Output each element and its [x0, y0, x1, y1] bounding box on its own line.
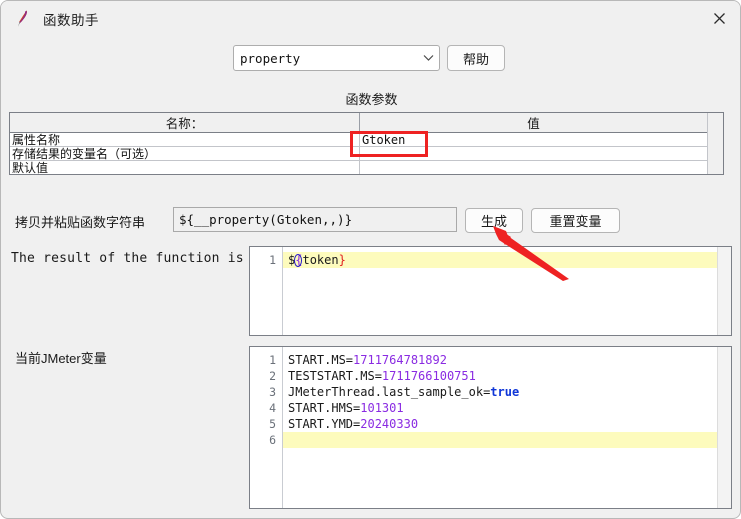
variable-value: true: [490, 385, 520, 399]
reset-variables-button[interactable]: 重置变量: [531, 208, 620, 233]
table-row[interactable]: 存储结果的变量名（可选）: [10, 147, 723, 161]
help-button[interactable]: 帮助: [447, 45, 505, 71]
table-row[interactable]: 默认值: [10, 161, 723, 174]
result-code-area[interactable]: ${token}: [283, 247, 731, 335]
copy-paste-label: 拷贝并粘贴函数字符串: [15, 215, 146, 230]
variables-code-area[interactable]: START.MS=1711764781892 TESTSTART.MS=1711…: [283, 347, 731, 508]
line-number: 2: [269, 369, 276, 383]
column-header-name: 名称：: [10, 113, 360, 132]
param-name-cell: 存储结果的变量名（可选）: [10, 147, 360, 160]
window-title: 函数助手: [43, 13, 99, 28]
variable-value: 20240330: [360, 417, 419, 431]
title-bar: 函数助手: [1, 1, 740, 37]
function-select[interactable]: property: [233, 45, 440, 71]
variable-line: JMeterThread.last_sample_ok=true: [283, 384, 731, 400]
param-value-cell[interactable]: [360, 147, 708, 160]
line-number: 5: [269, 417, 276, 431]
result-editor[interactable]: 1 ${token}: [249, 246, 732, 336]
brace-open-marker: {: [295, 253, 303, 267]
table-row[interactable]: 属性名称 Gtoken: [10, 133, 723, 147]
line-number: 4: [269, 401, 276, 415]
current-variables-label: 当前JMeter变量: [15, 351, 107, 366]
function-select-value: property: [240, 50, 301, 66]
function-string-field[interactable]: ${__property(Gtoken,,)}: [173, 207, 457, 232]
table-scrollbar[interactable]: [707, 113, 723, 174]
variables-gutter: 1 2 3 4 5 6: [250, 347, 283, 508]
result-line: ${token}: [283, 252, 731, 268]
brace-close-marker: }: [338, 253, 346, 267]
line-number: 6: [269, 433, 276, 447]
table-header-row: 名称： 值: [10, 113, 723, 133]
param-name-cell: 默认值: [10, 161, 360, 174]
result-gutter: 1: [250, 247, 283, 335]
function-helper-window: 函数助手 property 帮助 函数参数 名称： 值 属性名称 Gtoken: [0, 0, 741, 519]
variable-key: TESTSTART.MS=: [288, 369, 382, 383]
line-number: 1: [269, 253, 276, 267]
variable-key: JMeterThread.last_sample_ok=: [288, 385, 491, 399]
result-scrollbar[interactable]: [717, 247, 731, 335]
variable-key: START.MS=: [288, 353, 354, 367]
function-string-value: ${__property(Gtoken,,)}: [179, 212, 353, 227]
params-group-title: 函数参数: [345, 92, 398, 107]
column-header-value: 值: [360, 113, 708, 132]
variable-line: START.MS=1711764781892: [283, 352, 731, 368]
close-icon[interactable]: [696, 1, 740, 35]
generate-button[interactable]: 生成: [465, 208, 523, 233]
variable-key: START.YMD=: [288, 417, 361, 431]
function-params-table: 名称： 值 属性名称 Gtoken 存储结果的变量名（可选） 默认值: [9, 112, 724, 175]
variable-line: [283, 432, 731, 448]
result-label: The result of the function is: [11, 251, 244, 266]
variable-value: 1711766100751: [381, 369, 476, 383]
line-number: 1: [269, 353, 276, 367]
chevron-down-icon: [417, 46, 439, 70]
variable-line: START.HMS=101301: [283, 400, 731, 416]
param-value-cell[interactable]: [360, 161, 708, 174]
variable-key: START.HMS=: [288, 401, 361, 415]
variable-value: 101301: [360, 401, 404, 415]
result-text-body: token: [302, 253, 339, 267]
variable-line: START.YMD=20240330: [283, 416, 731, 432]
variable-value: 1711764781892: [353, 353, 447, 367]
jmeter-feather-icon: [15, 10, 31, 28]
param-value-cell[interactable]: Gtoken: [360, 133, 708, 146]
variables-scrollbar[interactable]: [717, 347, 731, 508]
variable-line: TESTSTART.MS=1711766100751: [283, 368, 731, 384]
variables-editor[interactable]: 1 2 3 4 5 6 START.MS=1711764781892 TESTS…: [249, 346, 732, 509]
line-number: 3: [269, 385, 276, 399]
param-name-cell: 属性名称: [10, 133, 360, 146]
